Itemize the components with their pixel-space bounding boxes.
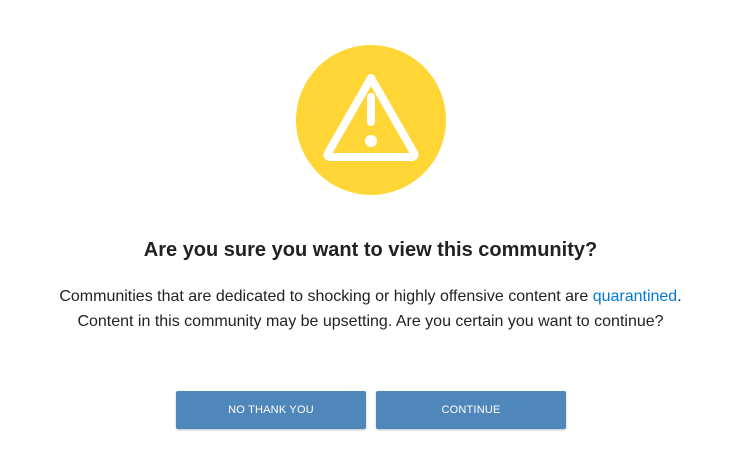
- quarantined-link[interactable]: quarantined: [593, 288, 678, 305]
- warning-icon: [296, 45, 446, 195]
- no-thank-you-button[interactable]: NO THANK YOU: [176, 391, 366, 429]
- dialog-title: Are you sure you want to view this commu…: [143, 239, 598, 261]
- continue-button[interactable]: CONTINUE: [376, 391, 566, 429]
- warning-triangle-icon: [323, 74, 419, 161]
- dialog-message: Communities that are dedicated to shocki…: [55, 284, 686, 334]
- message-text-before-link: Communities that are dedicated to shocki…: [59, 288, 593, 305]
